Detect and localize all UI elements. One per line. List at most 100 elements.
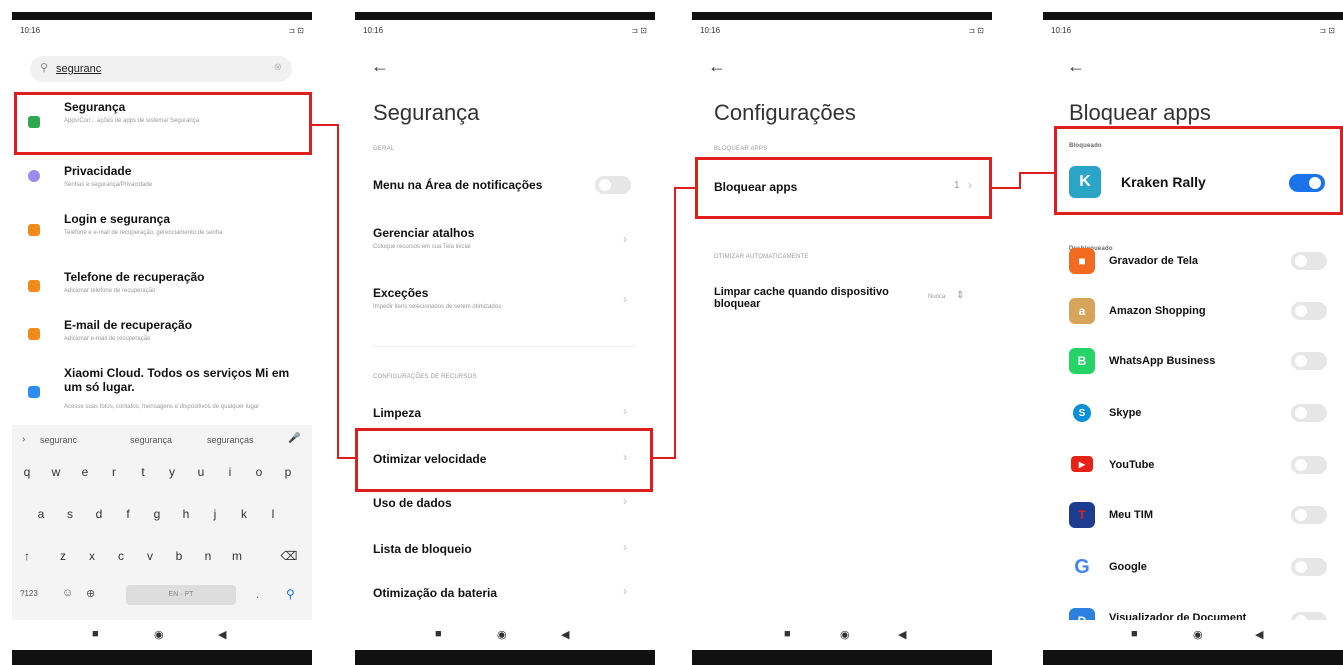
- phone-config: 10:16 ⊐ ⊡ ← Configurações BLOQUEAR APPS …: [692, 0, 992, 665]
- key[interactable]: u: [192, 465, 210, 479]
- app-lock-toggle[interactable]: [1291, 252, 1327, 270]
- result-item[interactable]: Login e segurança Telefone e e-mail de r…: [22, 208, 302, 258]
- emoji-icon[interactable]: ☺: [62, 587, 73, 599]
- clear-cache-value[interactable]: Nunca: [928, 294, 945, 300]
- back-nav-icon[interactable]: ◀: [218, 628, 226, 641]
- suggestion[interactable]: seguranc: [40, 435, 77, 445]
- app-lock-toggle[interactable]: [1291, 506, 1327, 524]
- expand-suggestions-icon[interactable]: ›: [22, 434, 25, 445]
- setting-row[interactable]: Menu na Área de notificações: [355, 168, 655, 208]
- key[interactable]: h: [177, 507, 195, 521]
- key[interactable]: d: [90, 507, 108, 521]
- backspace-key[interactable]: ⌫: [280, 549, 298, 563]
- bottom-bezel: [12, 650, 312, 665]
- recents-icon[interactable]: ■: [784, 628, 791, 640]
- key[interactable]: e: [76, 465, 94, 479]
- result-item[interactable]: Xiaomi Cloud. Todos os serviços Mi em um…: [22, 362, 302, 422]
- app-lock-toggle[interactable]: [1291, 612, 1327, 620]
- result-item[interactable]: Telefone de recuperação Adicionar telefo…: [22, 266, 302, 306]
- key[interactable]: a: [32, 507, 50, 521]
- result-sub: Adicionar telefone de recuperação: [64, 288, 156, 294]
- key[interactable]: s: [61, 507, 79, 521]
- key[interactable]: c: [112, 549, 130, 563]
- account-icon: [28, 224, 40, 236]
- key[interactable]: v: [141, 549, 159, 563]
- key[interactable]: x: [83, 549, 101, 563]
- app-row[interactable]: ■ Gravador de Tela: [1043, 246, 1343, 276]
- key[interactable]: b: [170, 549, 188, 563]
- key[interactable]: o: [250, 465, 268, 479]
- keys-row-3: ↑ z x c v b n m ⌫: [18, 549, 308, 569]
- app-lock-toggle[interactable]: [1291, 404, 1327, 422]
- key[interactable]: w: [47, 465, 65, 479]
- back-arrow-icon[interactable]: ←: [708, 56, 726, 77]
- key[interactable]: f: [119, 507, 137, 521]
- app-lock-toggle[interactable]: [1291, 456, 1327, 474]
- back-arrow-icon[interactable]: ←: [371, 56, 389, 77]
- recents-icon[interactable]: ■: [1131, 628, 1138, 640]
- section-header: OTIMIZAR AUTOMATICAMENTE: [714, 254, 809, 260]
- recents-icon[interactable]: ■: [435, 628, 442, 640]
- setting-row[interactable]: Otimização da bateria ›: [355, 580, 655, 610]
- setting-title: Exceções: [373, 286, 429, 300]
- key[interactable]: g: [148, 507, 166, 521]
- back-arrow-icon[interactable]: ←: [1067, 56, 1085, 77]
- key[interactable]: r: [105, 465, 123, 479]
- app-lock-toggle[interactable]: [1291, 558, 1327, 576]
- key[interactable]: y: [163, 465, 181, 479]
- app-row[interactable]: G Google: [1043, 552, 1343, 582]
- setting-title: Limpar cache quando dispositivo bloquear: [714, 286, 889, 310]
- notification-menu-toggle[interactable]: [595, 176, 631, 194]
- app-lock-toggle[interactable]: [1291, 302, 1327, 320]
- key[interactable]: z: [54, 549, 72, 563]
- page-title: Configurações: [714, 100, 856, 125]
- suggestion[interactable]: seguranças: [207, 435, 254, 445]
- setting-row[interactable]: Lista de bloqueio ›: [355, 536, 655, 566]
- phone-icon: [28, 280, 40, 292]
- back-nav-icon[interactable]: ◀: [1255, 628, 1263, 641]
- result-item[interactable]: E-mail de recuperação Adicionar e-mail d…: [22, 314, 302, 354]
- key[interactable]: p: [279, 465, 297, 479]
- key[interactable]: j: [206, 507, 224, 521]
- back-nav-icon[interactable]: ◀: [561, 628, 569, 641]
- key[interactable]: n: [199, 549, 217, 563]
- key[interactable]: q: [18, 465, 36, 479]
- home-icon[interactable]: ◉: [840, 628, 850, 641]
- key[interactable]: k: [235, 507, 253, 521]
- recents-icon[interactable]: ■: [92, 628, 99, 640]
- suggestion[interactable]: segurança: [130, 435, 172, 445]
- setting-title: Gerenciar atalhos: [373, 226, 475, 240]
- app-row[interactable]: B WhatsApp Business: [1043, 346, 1343, 376]
- setting-row[interactable]: Uso de dados ›: [355, 490, 655, 520]
- setting-row[interactable]: Exceções Impedir itens selecionados de s…: [355, 282, 655, 326]
- result-sub: Acesse suas fotos, contatos, mensagens e…: [64, 404, 260, 410]
- period-key[interactable]: .: [256, 587, 259, 601]
- app-row[interactable]: S Skype: [1043, 398, 1343, 428]
- numbers-key[interactable]: ?123: [20, 589, 38, 598]
- clear-icon[interactable]: ⊗: [274, 62, 282, 73]
- back-nav-icon[interactable]: ◀: [898, 628, 906, 641]
- space-key[interactable]: EN · PT: [126, 585, 236, 605]
- app-row[interactable]: a Amazon Shopping: [1043, 296, 1343, 326]
- key[interactable]: l: [264, 507, 282, 521]
- bottom-bezel: [692, 650, 992, 665]
- clear-cache-row[interactable]: Limpar cache quando dispositivo bloquear…: [692, 282, 992, 326]
- home-icon[interactable]: ◉: [1193, 628, 1203, 641]
- key[interactable]: i: [221, 465, 239, 479]
- setting-row[interactable]: Gerenciar atalhos Coloque recursos em su…: [355, 222, 655, 266]
- result-item[interactable]: Privacidade Senhas e segurança/Privacida…: [22, 160, 302, 200]
- mic-icon[interactable]: 🎤: [288, 433, 300, 444]
- app-row[interactable]: ▶ YouTube: [1043, 450, 1343, 480]
- home-icon[interactable]: ◉: [154, 628, 164, 641]
- home-icon[interactable]: ◉: [497, 628, 507, 641]
- globe-icon[interactable]: ⊕: [86, 587, 95, 600]
- key[interactable]: t: [134, 465, 152, 479]
- key[interactable]: m: [228, 549, 246, 563]
- app-row[interactable]: T Meu TIM: [1043, 500, 1343, 530]
- search-input[interactable]: ⚲ seguranc ⊗: [30, 56, 292, 82]
- shift-key[interactable]: ↑: [18, 549, 36, 563]
- app-row[interactable]: D Visualizador de Document: [1043, 604, 1343, 620]
- search-key-icon[interactable]: ⚲: [286, 587, 295, 601]
- app-lock-toggle[interactable]: [1291, 352, 1327, 370]
- setting-row[interactable]: Limpeza ›: [355, 400, 655, 430]
